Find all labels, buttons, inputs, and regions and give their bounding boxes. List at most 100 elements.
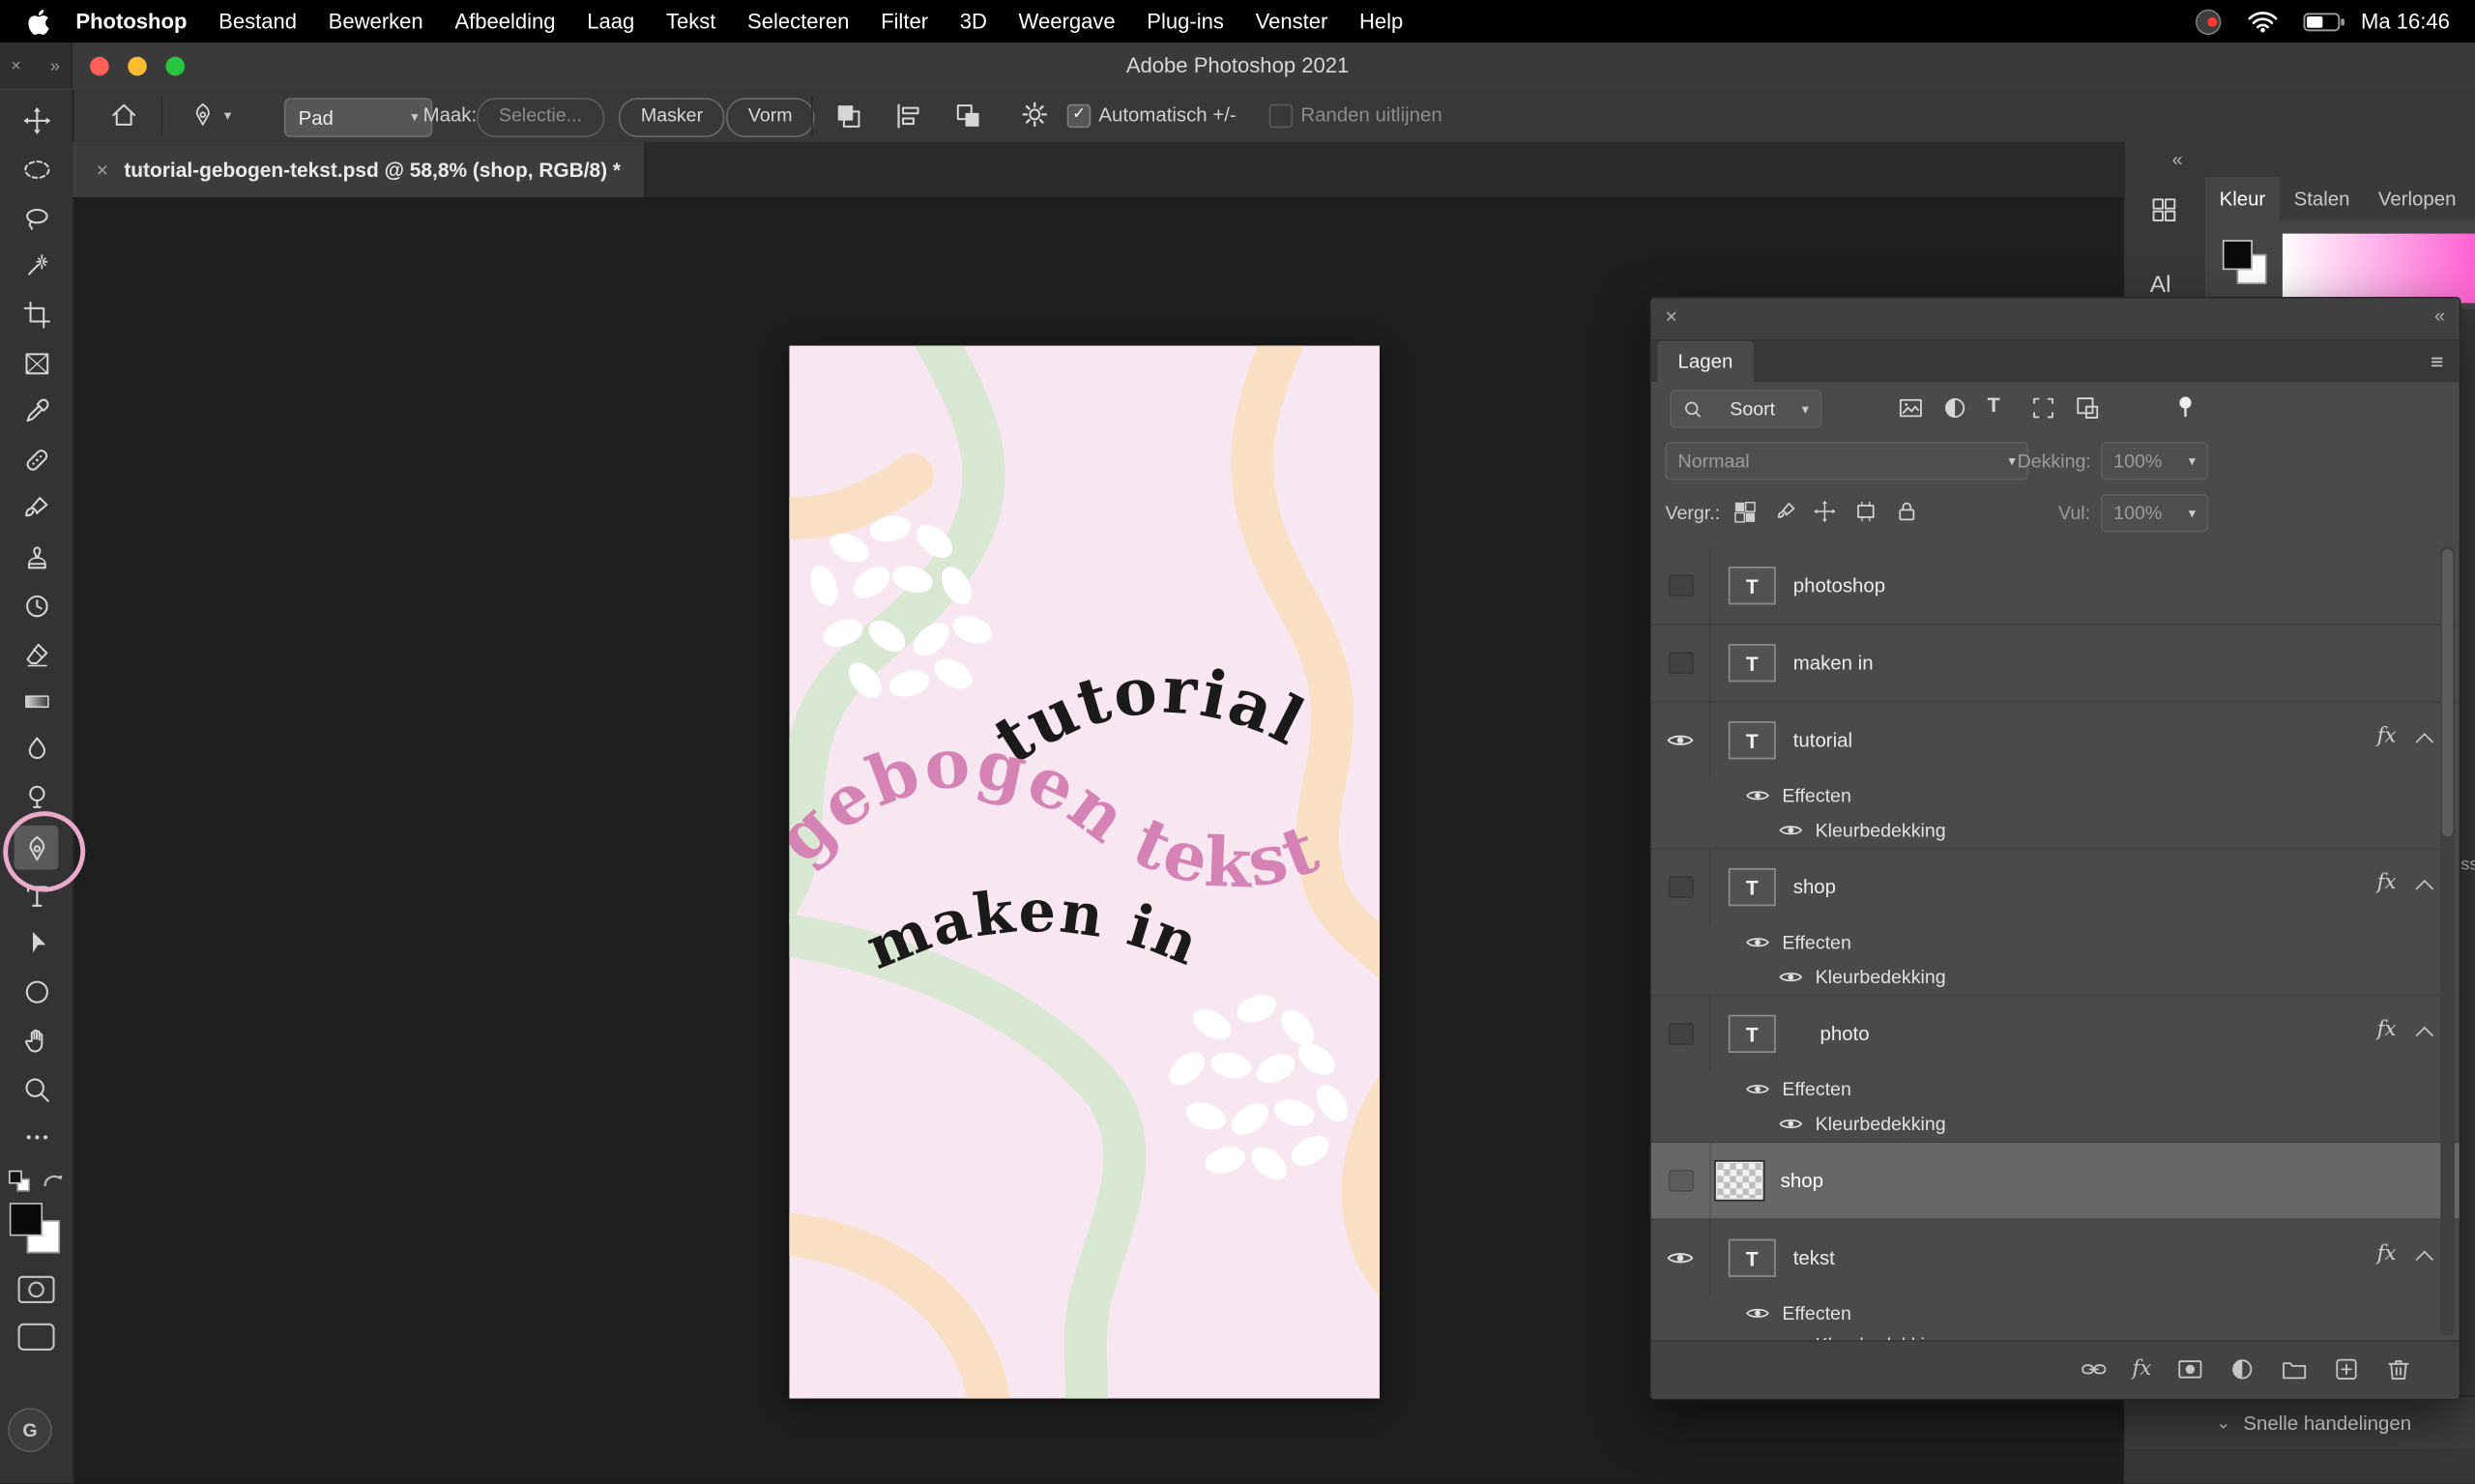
effects-row[interactable]: Effecten — [1651, 778, 2460, 813]
fx-badge[interactable]: fx — [2377, 1018, 2397, 1041]
edit-toolbar-icon[interactable] — [15, 1115, 59, 1159]
default-colors-icon[interactable] — [8, 1170, 31, 1193]
scrollbar-thumb[interactable] — [2441, 549, 2454, 837]
path-operations-icon[interactable] — [833, 101, 863, 131]
layer-name[interactable]: tutorial — [1793, 729, 1852, 751]
fx-badge[interactable]: fx — [2377, 871, 2397, 894]
menu-afbeelding[interactable]: Afbeelding — [439, 0, 571, 43]
swap-colors-icon[interactable] — [41, 1170, 64, 1190]
visibility-toggle[interactable] — [1651, 996, 1711, 1072]
screen-mode-icon[interactable] — [17, 1323, 55, 1352]
tab-kleur[interactable]: Kleur — [2204, 176, 2280, 221]
layers-scrollbar[interactable] — [2440, 545, 2455, 1336]
eyedropper-tool[interactable] — [15, 389, 59, 433]
layer-row-shop-selected[interactable]: shop — [1651, 1143, 2460, 1219]
filter-type-select[interactable]: Soort ▾ — [1670, 390, 1822, 428]
eraser-tool[interactable] — [15, 631, 59, 676]
ellipse-shape-tool[interactable] — [15, 969, 59, 1013]
layer-row-shop-text[interactable]: T shop fx — [1651, 849, 2460, 925]
color-overlay-row[interactable]: Kleurbedekking — [1651, 1107, 2460, 1142]
visibility-toggle[interactable] — [1651, 547, 1711, 624]
tab-lagen[interactable]: Lagen — [1657, 340, 1754, 383]
vorm-button[interactable]: Vorm — [726, 98, 815, 138]
fx-badge[interactable]: fx — [2377, 1242, 2397, 1266]
filter-pin-icon[interactable] — [2172, 393, 2199, 422]
layer-name[interactable]: shop — [1793, 876, 1836, 898]
elliptical-marquee-tool[interactable] — [15, 147, 59, 191]
preset-chevron-icon[interactable]: ▾ — [224, 107, 231, 125]
menu-bewerken[interactable]: Bewerken — [312, 0, 439, 43]
menu-tekst[interactable]: Tekst — [651, 0, 732, 43]
layer-name[interactable]: photoshop — [1793, 574, 1885, 597]
text-layer-thumbnail[interactable]: T — [1728, 644, 1776, 683]
menu-3d[interactable]: 3D — [944, 0, 1003, 43]
color-ramp[interactable] — [2282, 233, 2475, 304]
filter-smart-object-icon[interactable] — [2074, 394, 2101, 422]
text-layer-thumbnail[interactable]: T — [1728, 567, 1776, 605]
delete-layer-icon[interactable] — [2385, 1355, 2412, 1382]
text-layer-thumbnail[interactable]: T — [1728, 721, 1776, 760]
path-arrangement-icon[interactable] — [953, 101, 983, 131]
color-overlay-row[interactable]: Kleurbedekking — [1651, 960, 2460, 995]
lock-pixels-icon[interactable] — [1774, 499, 1799, 524]
gradient-tool[interactable] — [15, 679, 59, 723]
collapse-effects-icon[interactable] — [2415, 879, 2434, 898]
text-layer-thumbnail[interactable]: T — [1728, 1238, 1776, 1277]
pen-tool-preset-icon[interactable] — [189, 101, 217, 128]
layer-row-photo[interactable]: T photo fx — [1651, 996, 2460, 1072]
quick-actions-header[interactable]: ⌄ Snelle handelingen — [2124, 1395, 2475, 1449]
layers-panel-titlebar[interactable]: × « — [1650, 298, 2460, 341]
clone-stamp-tool[interactable] — [15, 534, 59, 578]
close-panel-icon[interactable]: × — [1665, 305, 1676, 328]
gear-icon[interactable] — [1020, 100, 1050, 130]
collapse-dock-icon[interactable]: « — [2172, 148, 2183, 170]
object-selection-tool[interactable] — [15, 243, 59, 287]
lock-position-icon[interactable] — [1812, 499, 1837, 524]
screen-recording-indicator-icon[interactable] — [2194, 7, 2222, 35]
panel-foreground-swatch[interactable] — [2222, 240, 2253, 271]
menu-bestand[interactable]: Bestand — [203, 0, 313, 43]
wifi-icon[interactable] — [2247, 11, 2277, 33]
history-brush-tool[interactable] — [15, 582, 59, 626]
tab-verlopen[interactable]: Verlopen — [2364, 177, 2470, 221]
path-alignment-icon[interactable] — [893, 101, 923, 131]
effects-row[interactable]: Effecten — [1651, 1072, 2460, 1107]
visibility-toggle[interactable] — [1651, 702, 1711, 778]
menu-filter[interactable]: Filter — [865, 0, 945, 43]
menu-weergave[interactable]: Weergave — [1003, 0, 1131, 43]
lasso-tool[interactable] — [15, 195, 59, 240]
masker-button[interactable]: Masker — [619, 98, 725, 138]
collapse-effects-icon[interactable] — [2415, 1250, 2434, 1269]
fx-badge[interactable]: fx — [2377, 724, 2397, 747]
effects-row[interactable]: Effecten — [1651, 925, 2460, 960]
blur-tool[interactable] — [15, 726, 59, 771]
document-tab[interactable]: × tutorial-gebogen-tekst.psd @ 58,8% (sh… — [73, 141, 647, 198]
lock-all-icon[interactable] — [1894, 499, 1919, 524]
healing-brush-tool[interactable] — [15, 437, 59, 481]
menu-laag[interactable]: Laag — [571, 0, 651, 43]
text-layer-thumbnail[interactable]: T — [1728, 867, 1776, 907]
apple-menu-icon[interactable] — [28, 9, 49, 35]
tab-stalen[interactable]: Stalen — [2280, 177, 2364, 221]
new-group-icon[interactable] — [2281, 1355, 2308, 1382]
collapse-panel-icon[interactable]: « — [2434, 305, 2445, 327]
layer-row-photoshop[interactable]: T photoshop — [1651, 547, 2460, 624]
quick-mask-icon[interactable] — [17, 1275, 55, 1304]
window-title-bar[interactable]: × » Adobe Photoshop 2021 — [0, 43, 2475, 92]
foreground-color-swatch[interactable] — [9, 1203, 44, 1237]
layer-name[interactable]: shop — [1781, 1170, 1823, 1192]
path-selection-tool[interactable] — [15, 920, 59, 965]
visibility-toggle[interactable] — [1651, 625, 1711, 701]
filter-type-text-icon[interactable]: T — [1988, 393, 2000, 417]
auto-add-delete-checkbox[interactable]: ✓ — [1066, 103, 1092, 129]
layer-row-tekst[interactable]: T tekst fx — [1651, 1220, 2460, 1296]
character-panel-icon[interactable]: Al — [2150, 272, 2171, 299]
layer-name[interactable]: tekst — [1793, 1247, 1835, 1269]
layer-row-tutorial[interactable]: T tutorial fx — [1651, 702, 2460, 778]
layer-name[interactable]: maken in — [1793, 652, 1874, 674]
effects-row[interactable]: Effecten — [1651, 1295, 2460, 1330]
visibility-toggle[interactable] — [1651, 849, 1711, 925]
zoom-tool[interactable] — [15, 1067, 59, 1112]
menu-clock[interactable]: Ma 16:46 — [2345, 0, 2466, 43]
align-edges-checkbox[interactable] — [1268, 103, 1294, 129]
